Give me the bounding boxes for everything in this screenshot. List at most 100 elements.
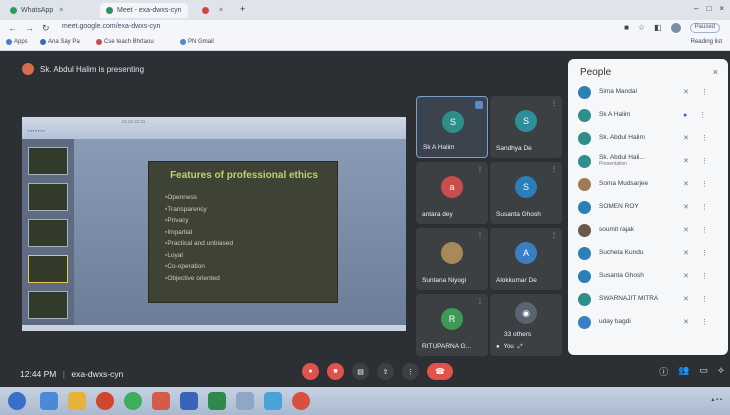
camera-off-button[interactable]: ■	[327, 363, 344, 380]
start-button[interactable]	[8, 392, 26, 410]
participant-row[interactable]: SWARNAJIT MITRA ✕ ⋮	[578, 290, 722, 308]
mic-off-button[interactable]: ●	[302, 363, 319, 380]
participant-row[interactable]: Sk. Abdul Hali... Presentation ✕ ⋮	[578, 152, 722, 170]
chrome-icon[interactable]	[124, 392, 142, 410]
minimize-icon[interactable]: –	[694, 4, 698, 13]
more-icon[interactable]: ⋮	[477, 232, 483, 239]
participant-row[interactable]: soumit rajak ✕ ⋮	[578, 221, 722, 239]
participant-tile[interactable]: ⋮ R RITUPARNA G...	[416, 294, 488, 356]
others-tile[interactable]: ◉ 33 others ● You ⤢	[490, 294, 562, 356]
shared-screen[interactable]: ▭ ▭ ▭ ▭ ▪ ▪ ▪ ▪ ▪ ▪ ▪ Features of profes…	[22, 117, 406, 331]
slide-bullet: Privacy	[165, 217, 233, 229]
ie-icon[interactable]	[40, 392, 58, 410]
camera-icon[interactable]: ■	[624, 23, 629, 33]
participant-tile[interactable]: ⋮ Suntana Niyogi	[416, 228, 488, 290]
star-icon[interactable]: ☆	[638, 23, 645, 33]
tab-whatsapp[interactable]: WhatsApp ×	[4, 3, 69, 18]
participant-tile[interactable]: ⋮ S Susanta Ghosh	[490, 162, 562, 224]
bookmark-apps[interactable]: Apps	[6, 39, 28, 45]
paused-badge[interactable]: Paused	[689, 23, 720, 33]
close-window-icon[interactable]: ×	[719, 4, 724, 13]
new-tab-button[interactable]: +	[240, 4, 245, 14]
reading-list[interactable]: Reading list	[691, 39, 722, 45]
mic-off-icon[interactable]: ✕	[683, 157, 689, 165]
more-options-button[interactable]: ⋮	[402, 363, 419, 380]
more-icon[interactable]: ⋮	[477, 166, 483, 173]
close-icon[interactable]: ×	[59, 7, 63, 14]
close-icon[interactable]: ×	[219, 7, 223, 14]
participant-tile[interactable]: ⋮ A Alokkumar De	[490, 228, 562, 290]
bookmark-3[interactable]: Cse teach Bhrtaou	[96, 39, 154, 45]
mic-off-icon[interactable]: ✕	[683, 272, 689, 280]
you-label: You	[503, 344, 514, 350]
participant-row[interactable]: uday bagdi ✕ ⋮	[578, 313, 722, 331]
expand-icon[interactable]: ⤢	[518, 344, 523, 351]
participant-tile[interactable]: ⋮ S Sandhya De	[490, 96, 562, 158]
mic-off-icon[interactable]: ●	[496, 344, 500, 351]
tab-meet[interactable]: Meet - exa-dwxs-cyn	[100, 3, 188, 18]
more-icon[interactable]: ⋮	[551, 100, 557, 107]
participant-tile[interactable]: S Sk A Halim	[416, 96, 488, 158]
participant-row[interactable]: Soma Mudsarjee ✕ ⋮	[578, 175, 722, 193]
end-call-button[interactable]: ☎	[427, 363, 453, 380]
maximize-icon[interactable]: □	[706, 4, 711, 13]
profile-avatar[interactable]	[670, 23, 681, 33]
participant-row[interactable]: Susanta Ghosh ✕ ⋮	[578, 267, 722, 285]
mic-off-icon[interactable]: ✕	[683, 249, 689, 257]
back-icon[interactable]: ←	[8, 23, 17, 34]
more-icon[interactable]: ⋮	[701, 134, 708, 142]
tab-third[interactable]: ×	[196, 3, 229, 18]
participant-row[interactable]: Sk. Abdul Halim ✕ ⋮	[578, 129, 722, 147]
extension-icon[interactable]: ◧	[654, 23, 662, 33]
system-tray[interactable]: ▴ ▪ ▪	[711, 396, 722, 403]
captions-button[interactable]: ▤	[352, 363, 369, 380]
more-icon[interactable]: ⋮	[699, 111, 706, 119]
more-icon[interactable]: ⋮	[701, 203, 708, 211]
more-icon[interactable]: ⋮	[701, 88, 708, 96]
info-icon[interactable]: ⓘ	[659, 365, 668, 378]
participant-row[interactable]: Sk A Halim ● ⋮	[578, 106, 722, 124]
participant-tile[interactable]: ⋮ a antara dey	[416, 162, 488, 224]
folder-icon[interactable]	[68, 392, 86, 410]
mic-off-icon[interactable]: ✕	[683, 318, 689, 326]
activities-icon[interactable]: ⟡	[718, 365, 724, 378]
bookmark-4[interactable]: PN Gmail	[180, 39, 214, 45]
more-icon[interactable]: ⋮	[701, 180, 708, 188]
more-icon[interactable]: ⋮	[701, 157, 708, 165]
avatar	[578, 315, 591, 329]
media-player-icon[interactable]	[96, 392, 114, 410]
mic-off-icon[interactable]: ✕	[683, 295, 689, 303]
close-icon[interactable]: ×	[713, 67, 718, 77]
avatar	[578, 154, 591, 168]
more-icon[interactable]: ⋮	[551, 166, 557, 173]
reload-icon[interactable]: ↻	[42, 23, 50, 34]
excel-icon[interactable]	[208, 392, 226, 410]
url-field[interactable]: meet.google.com/exa-dwxs-cyn	[62, 23, 160, 30]
app-icon[interactable]	[236, 392, 254, 410]
powerpoint-icon[interactable]	[152, 392, 170, 410]
pin-icon[interactable]	[475, 101, 483, 109]
more-icon[interactable]: ⋮	[701, 318, 708, 326]
participant-row[interactable]: Sima Mandal ✕ ⋮	[578, 83, 722, 101]
more-icon[interactable]: ⋮	[701, 226, 708, 234]
chrome-active-icon[interactable]	[292, 392, 310, 410]
chat-icon[interactable]: ▭	[700, 365, 709, 378]
word-icon[interactable]	[180, 392, 198, 410]
people-icon[interactable]: 👥	[678, 365, 689, 378]
app-icon[interactable]	[264, 392, 282, 410]
bookmark-2[interactable]: Ana Say Pa	[40, 39, 80, 45]
more-icon[interactable]: ⋮	[701, 249, 708, 257]
present-button[interactable]: ⇪	[377, 363, 394, 380]
more-icon[interactable]: ⋮	[551, 232, 557, 239]
mic-off-icon[interactable]: ✕	[683, 134, 689, 142]
mic-off-icon[interactable]: ✕	[683, 180, 689, 188]
mic-off-icon[interactable]: ✕	[683, 226, 689, 234]
more-icon[interactable]: ⋮	[701, 295, 708, 303]
more-icon[interactable]: ⋮	[477, 298, 483, 305]
mic-off-icon[interactable]: ✕	[683, 88, 689, 96]
mic-off-icon[interactable]: ✕	[683, 203, 689, 211]
forward-icon[interactable]: →	[25, 23, 34, 34]
more-icon[interactable]: ⋮	[701, 272, 708, 280]
participant-row[interactable]: SOMEN ROY ✕ ⋮	[578, 198, 722, 216]
participant-row[interactable]: Sucheta Kundu ✕ ⋮	[578, 244, 722, 262]
